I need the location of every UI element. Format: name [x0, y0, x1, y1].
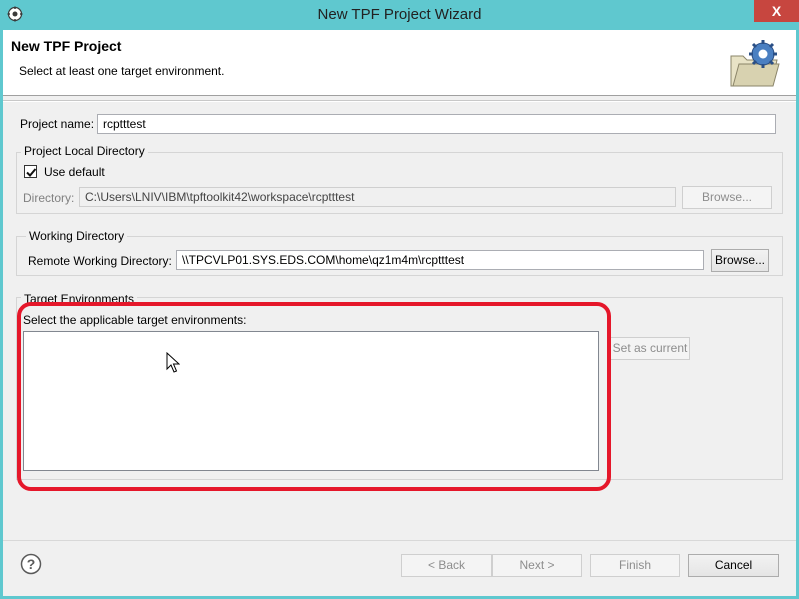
working-directory-title: Working Directory	[26, 229, 128, 243]
project-local-directory-title: Project Local Directory	[21, 144, 148, 158]
remote-browse-button[interactable]: Browse...	[711, 249, 769, 272]
project-name-input[interactable]: rcptttest	[97, 114, 776, 134]
remote-working-directory-input[interactable]: \\TPCVLP01.SYS.EDS.COM\home\qz1m4m\rcptt…	[176, 250, 704, 270]
page-title: New TPF Project	[11, 38, 122, 54]
directory-label: Directory:	[23, 191, 75, 205]
window-title: New TPF Project Wizard	[317, 6, 482, 23]
set-as-current-button[interactable]: Set as current	[610, 337, 690, 360]
title-bar[interactable]: New TPF Project Wizard X	[0, 0, 799, 30]
use-default-checkbox[interactable]	[24, 165, 37, 178]
use-default-label: Use default	[44, 165, 105, 179]
directory-input[interactable]: C:\Users\LNIV\IBM\tpftoolkit42\workspace…	[79, 187, 676, 207]
header-separator	[3, 100, 796, 102]
footer-separator	[3, 540, 796, 541]
close-button[interactable]: X	[754, 0, 799, 22]
wizard-window: New TPF Project Wizard X New TPF Project…	[0, 0, 799, 599]
cancel-button[interactable]: Cancel	[688, 554, 779, 577]
help-icon[interactable]: ?	[20, 553, 42, 575]
wizard-header: New TPF Project Select at least one targ…	[3, 30, 796, 96]
highlight-annotation	[17, 302, 611, 491]
back-button[interactable]: < Back	[401, 554, 492, 577]
next-button[interactable]: Next >	[492, 554, 582, 577]
remote-working-directory-label: Remote Working Directory:	[28, 254, 172, 268]
local-browse-button[interactable]: Browse...	[682, 186, 772, 209]
project-name-label: Project name:	[20, 117, 95, 131]
page-description: Select at least one target environment.	[19, 64, 225, 78]
svg-text:?: ?	[27, 556, 36, 572]
mouse-cursor-icon	[166, 352, 180, 373]
wizard-folder-gear-icon	[730, 40, 780, 87]
finish-button[interactable]: Finish	[590, 554, 680, 577]
dialog-client: New TPF Project Select at least one targ…	[3, 30, 796, 596]
